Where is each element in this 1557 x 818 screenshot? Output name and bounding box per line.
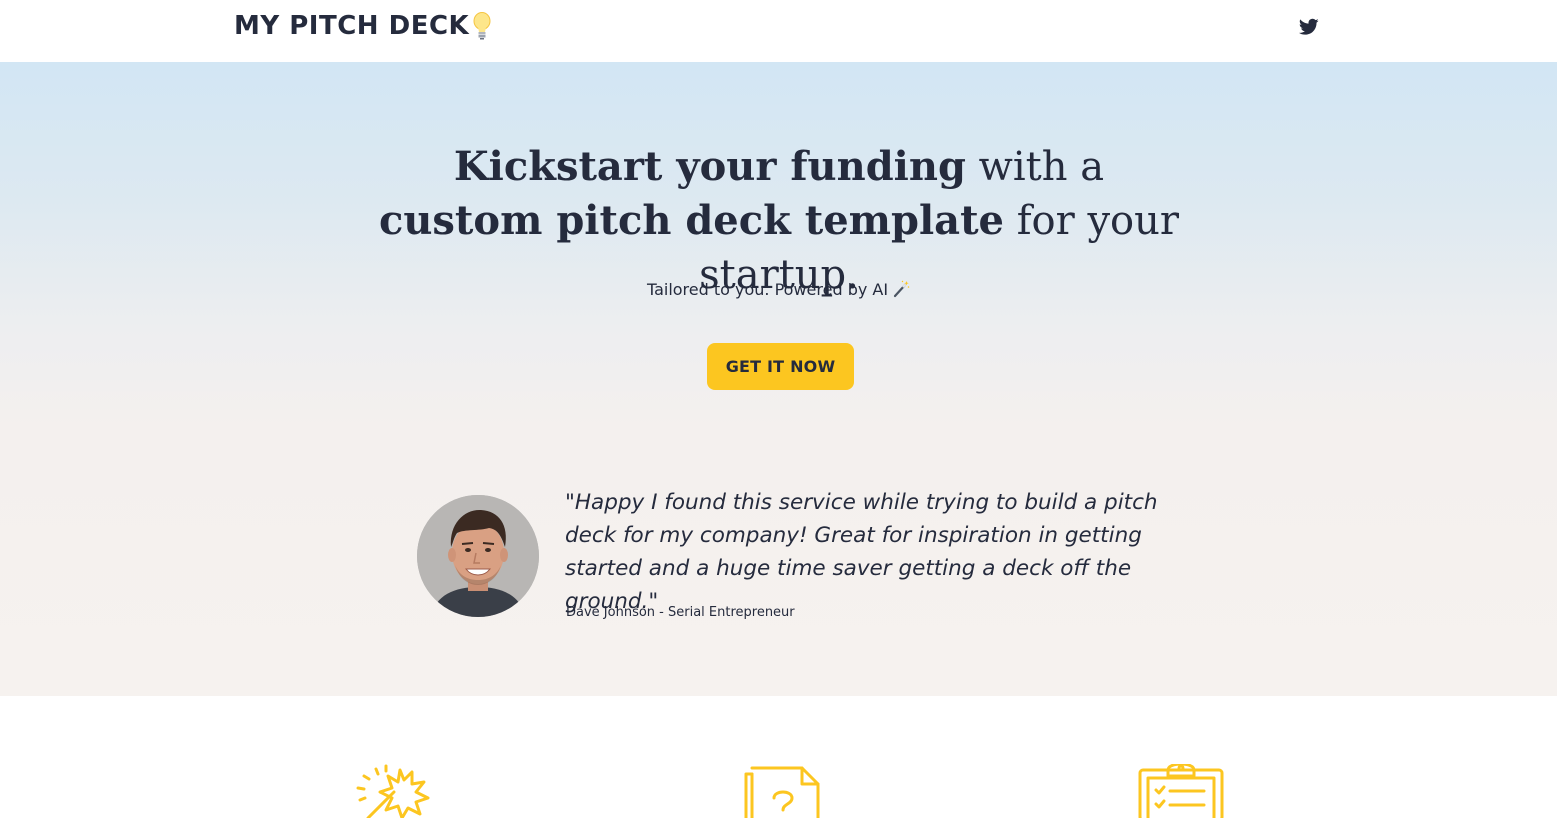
hero-section: Kickstart your funding with a custom pit… <box>0 62 1557 696</box>
hero-subtitle-text: Tailored to you. Powered by AI <box>646 280 889 299</box>
clipboard-checklist-icon <box>1138 764 1224 818</box>
hero-headline: Kickstart your funding with a custom pit… <box>378 140 1180 302</box>
twitter-icon[interactable] <box>1299 18 1319 36</box>
headline-part-bold-1: Kickstart your funding <box>453 143 966 190</box>
get-it-now-button[interactable]: GET IT NOW <box>707 343 854 390</box>
magic-burst-icon <box>356 764 430 818</box>
magic-wand-icon <box>893 280 910 298</box>
person-avatar-image <box>417 495 539 617</box>
features-section <box>0 696 1557 818</box>
brand-name: MY PITCH DECK <box>234 11 470 41</box>
hero-subtitle: Tailored to you. Powered by AI <box>0 280 1557 299</box>
testimonial-quote: "Happy I found this service while trying… <box>565 490 1158 614</box>
lightbulb-icon <box>473 12 491 40</box>
testimonial-avatar <box>417 495 539 617</box>
brand-logo-link[interactable]: MY PITCH DECK <box>234 11 493 41</box>
question-document-icon <box>744 766 820 818</box>
headline-part-bold-2: custom pitch deck template <box>378 197 1005 244</box>
testimonial-author: Dave Johnson - Serial Entrepreneur <box>566 605 795 620</box>
headline-part-regular-1: with a <box>965 144 1105 190</box>
navbar: MY PITCH DECK <box>0 0 1557 62</box>
